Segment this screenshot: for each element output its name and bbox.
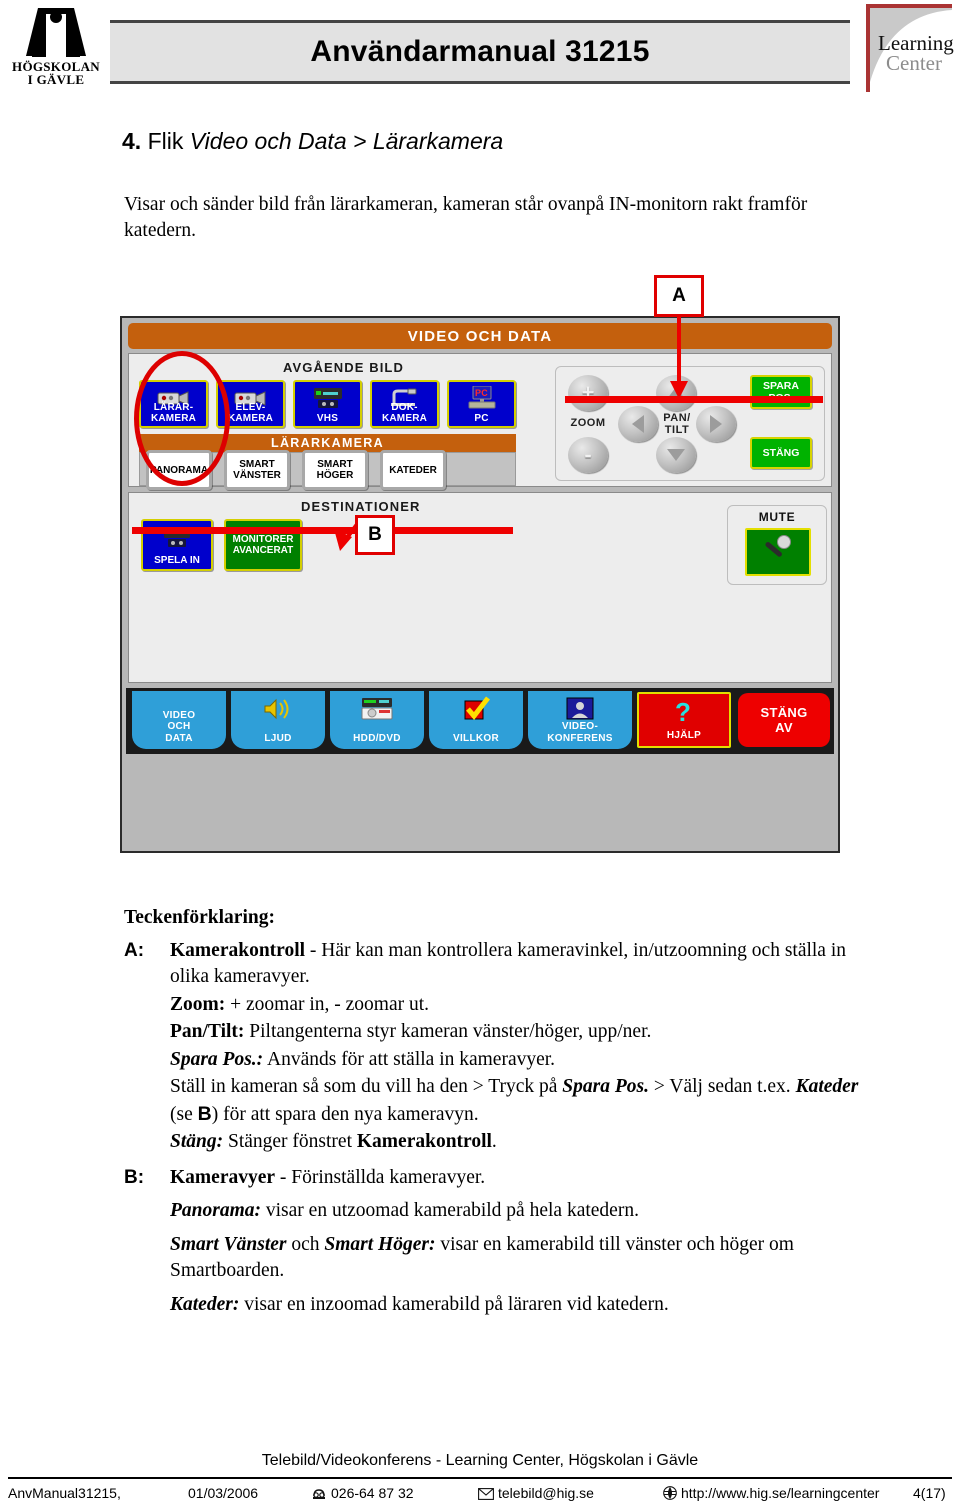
legend-a-line-5: Ställ in kameran så som du vill ha den >… (170, 1074, 864, 1128)
footer-divider (8, 1477, 952, 1479)
legend-a-l6-rest: Stänger fönstret (223, 1131, 357, 1152)
footer-title: Telebild/Videokonferens - Learning Cente… (261, 1452, 699, 1469)
legend-a-l5-ref-b: B (197, 1102, 212, 1125)
legend-a-l6-period: . (491, 1131, 497, 1152)
legend-a-line-6: Stäng: Stänger fönstret Kamerakontroll. (170, 1129, 864, 1156)
section-heading: 4. Flik Video och Data > Lärarkamera (122, 128, 503, 155)
legend-a-l3-rest: Piltangenterna styr kameran vänster/höge… (244, 1021, 652, 1042)
legend-b-l2-lead: Panorama: (170, 1200, 262, 1221)
legend-a-l2-lead: Zoom: (170, 993, 226, 1015)
hig-logo-line2: I GÄVLE (27, 72, 85, 87)
legend-a-l5-p3: (se (170, 1103, 198, 1125)
legend-b-l1-rest: - Förinställda kameravyer. (275, 1166, 486, 1188)
legend-a-l3-lead: Pan/Tilt: (170, 1021, 245, 1042)
callout-b-label: B (368, 524, 382, 545)
learning-center-word2: Center (886, 51, 942, 75)
legend-a-line-4: Spara Pos.: Används för att ställa in ka… (170, 1047, 864, 1074)
legend-a-l1-lead: Kamerakontroll (170, 939, 306, 961)
page-title: Användarmanual 31215 (310, 35, 650, 68)
legend-a-line-1: Kamerakontroll - Här kan man kontrollera… (170, 938, 864, 991)
section-number: 4. (122, 128, 142, 154)
legend-b-l4-lead: Kateder: (170, 1293, 240, 1315)
legend-b-line-1: Kameravyer - Förinställda kameravyer. (170, 1165, 864, 1192)
legend-heading: Teckenförklaring: (124, 907, 275, 928)
legend-a-line-2: Zoom: + zoomar in, - zoomar ut. (170, 992, 864, 1019)
legend-a-l2-rest: + zoomar in, - zoomar ut. (225, 993, 430, 1015)
footer-phone-group: 026-64 87 32 (311, 1485, 414, 1503)
hig-emblem-svg (26, 8, 86, 57)
section-title: Video och Data > Lärarkamera (189, 128, 504, 154)
document-title-bar: Användarmanual 31215 (110, 20, 850, 84)
legend-key-a: A: (124, 939, 145, 961)
callout-a-label: A (672, 285, 686, 306)
footer-email-group: telebild@hig.se (478, 1485, 594, 1503)
touchpanel-screenshot: A VIDEO OCH DATA AVGÅENDE BILD LÄRAR- KA… (118, 275, 848, 865)
envelope-icon (478, 1487, 494, 1503)
footer-phone: 026-64 87 32 (331, 1485, 414, 1501)
legend-entry-b: B: Kameravyer - Förinställda kameravyer.… (124, 1165, 864, 1320)
callout-b: B (355, 515, 395, 555)
legend-b-line-3: Smart Vänster och Smart Höger: visar en … (170, 1232, 864, 1285)
legend-key-b: B: (124, 1166, 145, 1188)
footer-page-number: 4(17) (913, 1485, 946, 1501)
legend-b-l4-rest: visar en inzoomad kamerabild på läraren … (239, 1293, 669, 1315)
footer-date: 01/03/2006 (188, 1485, 259, 1501)
legend-b-l3-bi1: Smart Vänster (170, 1233, 287, 1255)
legend-b-l2-rest: visar en utzoomad kamerabild på hela kat… (261, 1200, 639, 1221)
telephone-icon (311, 1487, 327, 1503)
legend-a-line-3: Pan/Tilt: Piltangenterna styr kameran vä… (170, 1019, 864, 1046)
page-header: HÖGSKOLAN I GÄVLE Användarmanual 31215 L… (0, 0, 960, 100)
legend-b-line-2: Panorama: visar en utzoomad kamerabild p… (170, 1198, 864, 1225)
legend-entry-a: A: Kamerakontroll - Här kan man kontroll… (124, 938, 864, 1157)
footer-url[interactable]: http://www.hig.se/learningcenter (681, 1485, 879, 1501)
hig-emblem-icon (8, 4, 104, 60)
section-prefix: Flik (147, 128, 184, 154)
callout-b-arrow (334, 521, 360, 551)
footer-url-group: http://www.hig.se/learningcenter (663, 1485, 879, 1503)
legend-a-l5-bi1: Spara Pos. (562, 1076, 649, 1097)
legend-b-l3-p2: och (286, 1233, 325, 1255)
learning-center-logo: Learning Center (860, 4, 956, 94)
legend-section: Teckenförklaring: A: Kamerakontroll - Hä… (124, 905, 864, 1321)
legend-b-l3-bi2: Smart Höger: (324, 1233, 436, 1255)
footer-doc-id: AnvManual31215, (8, 1485, 121, 1501)
legend-a-l5-p1: Ställ in kameran så som du vill ha den >… (170, 1076, 563, 1097)
legend-a-l4-rest: Används för att ställa in kameravyer. (263, 1048, 556, 1070)
globe-icon (663, 1486, 677, 1503)
legend-a-l6-lead: Stäng: (170, 1131, 224, 1152)
callout-a: A (654, 275, 704, 317)
hogskolan-i-gavle-logo: HÖGSKOLAN I GÄVLE (8, 4, 104, 94)
legend-a-l5-p2: > Välj sedan t.ex. (648, 1076, 796, 1097)
legend-a-l5-bi2: Kateder (795, 1076, 859, 1097)
legend-a-l6-tail: Kamerakontroll (356, 1131, 492, 1152)
footer-email[interactable]: telebild@hig.se (498, 1485, 594, 1501)
section-intro-text: Visar och sänder bild från lärarkameran,… (124, 194, 808, 241)
legend-b-l1-lead: Kameravyer (170, 1166, 276, 1188)
legend-b-line-4: Kateder: visar en inzoomad kamerabild på… (170, 1292, 864, 1319)
legend-a-l5-p4: ) för att spara den nya kameravyn. (211, 1103, 479, 1125)
learning-center-logo-svg: Learning Center (866, 4, 954, 92)
footer-bar: AnvManual31215, 01/03/2006 026-64 87 32 … (8, 1483, 952, 1505)
legend-a-l4-lead: Spara Pos.: (170, 1048, 264, 1070)
